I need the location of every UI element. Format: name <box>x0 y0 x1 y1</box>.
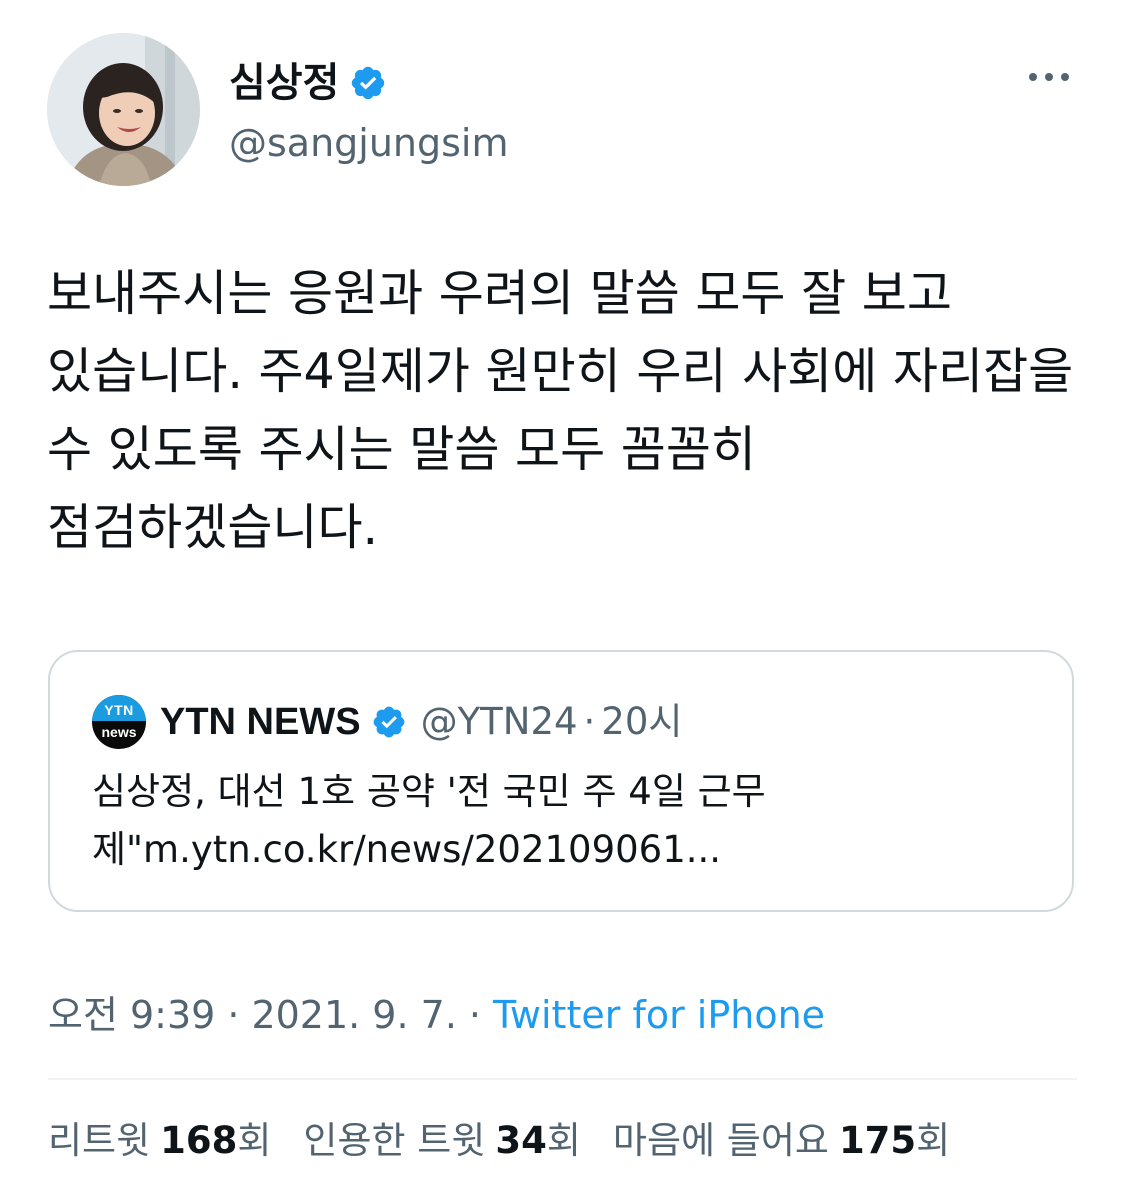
divider <box>48 1078 1077 1080</box>
author-handle[interactable]: @sangjungsim <box>229 117 509 169</box>
meta-separator: · <box>468 993 481 1037</box>
avatar[interactable] <box>47 33 200 186</box>
ytn-logo-top: YTN <box>92 695 146 721</box>
stat-label: 인용한 트윗 <box>303 1119 486 1162</box>
avatar-photo <box>47 33 200 186</box>
author-display-name[interactable]: 심상정 <box>229 55 339 111</box>
tweet-date[interactable]: 2021. 9. 7. <box>251 988 456 1042</box>
quoted-tweet-header: YTN news YTN NEWS @YTN24 · 20시 <box>92 695 683 749</box>
stat-label: 리트윗 <box>48 1119 151 1162</box>
stat-quote-tweets[interactable]: 인용한 트윗 34 회 <box>303 1113 581 1169</box>
quoted-author-handle: @YTN24 <box>420 700 578 743</box>
quoted-timestamp: 20시 <box>601 700 683 743</box>
quoted-author-name: YTN NEWS <box>160 701 361 743</box>
stat-count: 175 <box>838 1119 917 1162</box>
quoted-tweet-text: 심상정, 대선 1호 공약 '전 국민 주 4일 근무제"m.ytn.co.kr… <box>92 770 766 871</box>
stat-count: 168 <box>160 1119 238 1162</box>
engagement-stats: 리트윗 168 회 인용한 트윗 34 회 마음에 들어요 175 회 <box>48 1113 982 1169</box>
stat-unit: 회 <box>237 1119 272 1162</box>
stat-unit: 회 <box>916 1119 951 1162</box>
meta-separator: · <box>227 993 240 1037</box>
tweet-text: 보내주시는 응원과 우려의 말씀 모두 잘 보고 있습니다. 주4일제가 원만히… <box>47 265 1089 556</box>
ytn-logo-bottom: news <box>101 724 137 740</box>
ytn-avatar: YTN news <box>92 695 146 749</box>
quoted-separator: · <box>583 700 596 743</box>
tweet-header: 심상정 @sangjungsim <box>47 33 1077 188</box>
tweet-time[interactable]: 오전 9:39 <box>48 988 215 1042</box>
stat-retweets[interactable]: 리트윗 168 회 <box>48 1113 271 1169</box>
tweet-meta: 오전 9:39 · 2021. 9. 7. · Twitter for iPho… <box>48 988 825 1042</box>
stat-count: 34 <box>495 1119 547 1162</box>
stat-label: 마음에 들어요 <box>612 1119 829 1162</box>
verified-badge-icon <box>352 66 385 100</box>
more-horizontal-icon[interactable] <box>1027 67 1071 87</box>
stat-likes[interactable]: 마음에 들어요 175 회 <box>613 1113 950 1169</box>
author-name-row: 심상정 <box>229 55 387 111</box>
verified-badge-icon <box>373 706 404 738</box>
quoted-tweet-card[interactable]: YTN news YTN NEWS @YTN24 · 20시 심상정, 대선 1… <box>48 650 1074 912</box>
tweet-source-link[interactable]: Twitter for iPhone <box>493 988 825 1042</box>
stat-unit: 회 <box>546 1119 581 1162</box>
